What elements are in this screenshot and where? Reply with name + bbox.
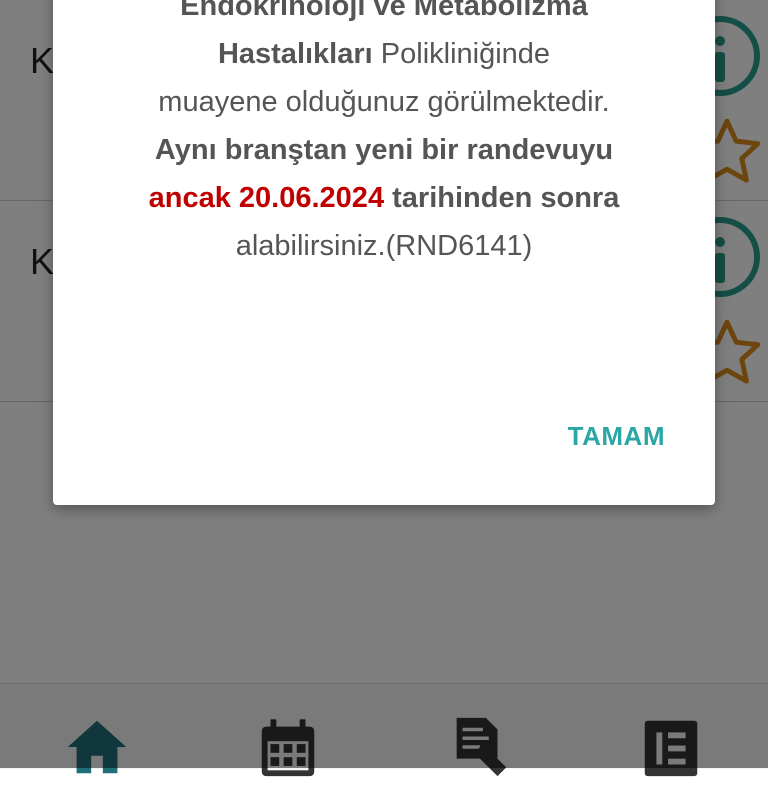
alert-dialog: Endokrinoloji ve Metabolizma Hastalıklar…: [53, 0, 715, 505]
message-line-6: alabilirsiniz.(RND6141): [235, 230, 533, 262]
message-clinic-name: Hastalıkları: [217, 38, 373, 70]
message-line-3: muayene olduğunuz görülmektedir.: [158, 86, 610, 118]
dialog-message: Endokrinoloji ve Metabolizma Hastalıklar…: [83, 0, 685, 270]
message-line-5: tarihinden sonra: [384, 182, 620, 214]
message-line-1: Endokrinoloji ve Metabolizma: [180, 0, 588, 22]
ok-button[interactable]: TAMAM: [568, 421, 665, 452]
message-line-4: Aynı branştan yeni bir randevuyu: [154, 134, 614, 166]
message-date: ancak 20.06.2024: [148, 182, 385, 214]
message-line-2: Polikliniğinde: [372, 38, 551, 70]
